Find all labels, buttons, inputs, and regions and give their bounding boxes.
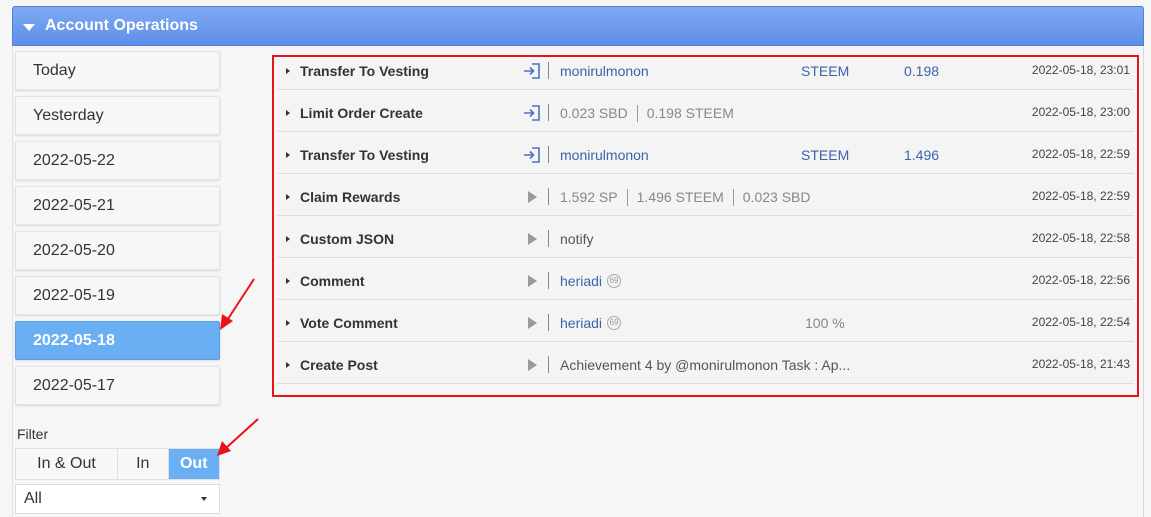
expand-triangle-icon[interactable] — [286, 236, 290, 242]
play-icon — [523, 189, 541, 205]
login-arrow-icon — [523, 63, 541, 79]
divider — [732, 188, 734, 206]
date-item-2022-05-17[interactable]: 2022-05-17 — [15, 366, 220, 405]
operation-name: Comment — [300, 273, 365, 289]
vote-weight: 100 % — [805, 315, 845, 331]
author-cell: heriadi 69 — [560, 315, 622, 331]
reward-steem: 1.496 STEEM — [636, 189, 724, 205]
expand-triangle-icon[interactable] — [286, 194, 290, 200]
filter-in-button[interactable]: In — [118, 449, 169, 479]
operation-row[interactable]: Comment heriadi 69 2022-05-18, 22:56 — [277, 261, 1134, 300]
reputation-badge: 69 — [607, 316, 622, 331]
json-id: notify — [560, 231, 594, 247]
timestamp: 2022-05-18, 22:58 — [1031, 231, 1130, 245]
date-item-2022-05-20[interactable]: 2022-05-20 — [15, 231, 220, 270]
section-header[interactable]: Account Operations — [12, 6, 1144, 46]
date-item-2022-05-21[interactable]: 2022-05-21 — [15, 186, 220, 225]
operation-name: Create Post — [300, 357, 378, 373]
play-icon — [523, 357, 541, 373]
operations-list: Transfer To Vesting monirulmonon STEEM 0… — [277, 51, 1134, 387]
account-link[interactable]: heriadi — [560, 315, 602, 331]
operation-name: Vote Comment — [300, 315, 398, 331]
operation-name: Transfer To Vesting — [300, 147, 429, 163]
filter-in-out-button[interactable]: In & Out — [16, 449, 118, 479]
direction-filter: In & Out In Out — [15, 448, 220, 480]
play-icon — [523, 273, 541, 289]
operation-row[interactable]: Create Post Achievement 4 by @monirulmon… — [277, 345, 1134, 384]
operation-row[interactable]: Custom JSON notify 2022-05-18, 22:58 — [277, 219, 1134, 258]
asset-label: STEEM — [801, 63, 850, 79]
separator — [548, 146, 549, 163]
reward-sbd: 0.023 SBD — [742, 189, 811, 205]
expand-triangle-icon[interactable] — [286, 110, 290, 116]
expand-triangle-icon[interactable] — [286, 362, 290, 368]
amount-sbd: 0.023 SBD — [560, 105, 628, 121]
operation-name: Custom JSON — [300, 231, 395, 247]
timestamp: 2022-05-18, 21:43 — [1031, 357, 1130, 371]
operation-name: Claim Rewards — [300, 189, 401, 205]
date-item-2022-05-19[interactable]: 2022-05-19 — [15, 276, 220, 315]
separator — [548, 188, 549, 205]
timestamp: 2022-05-18, 23:01 — [1031, 63, 1130, 77]
login-arrow-icon — [523, 105, 541, 121]
author-cell: heriadi 69 — [560, 273, 622, 289]
operation-row[interactable]: Limit Order Create 0.023 SBD 0.198 STEEM … — [277, 93, 1134, 132]
date-item-yesterday[interactable]: Yesterday — [15, 96, 220, 135]
annotation-arrow-icon — [220, 278, 255, 330]
expand-triangle-icon[interactable] — [286, 320, 290, 326]
expand-triangle-icon[interactable] — [286, 68, 290, 74]
amount-steem: 0.198 STEEM — [646, 105, 734, 121]
filter-out-button[interactable]: Out — [168, 449, 219, 479]
separator — [548, 272, 549, 289]
timestamp: 2022-05-18, 22:56 — [1031, 273, 1130, 287]
play-icon — [523, 231, 541, 247]
reward-sp: 1.592 SP — [560, 189, 618, 205]
separator — [548, 356, 549, 373]
operation-row[interactable]: Vote Comment heriadi 69 100 % 2022-05-18,… — [277, 303, 1134, 342]
login-arrow-icon — [523, 147, 541, 163]
divider — [626, 188, 628, 206]
separator — [548, 314, 549, 331]
asset-label: STEEM — [801, 147, 850, 163]
dropdown-caret-icon — [201, 497, 207, 501]
timestamp: 2022-05-18, 22:54 — [1031, 315, 1130, 329]
account-link[interactable]: heriadi — [560, 273, 602, 289]
post-title[interactable]: Achievement 4 by @monirulmonon Task : Ap… — [560, 357, 850, 373]
reputation-badge: 69 — [607, 274, 622, 289]
select-value: All — [24, 490, 42, 507]
collapse-triangle-icon[interactable] — [23, 23, 35, 31]
separator — [548, 104, 549, 121]
section-title: Account Operations — [45, 17, 198, 34]
operation-row[interactable]: Claim Rewards 1.592 SP 1.496 STEEM 0.023 S… — [277, 177, 1134, 216]
operation-name: Limit Order Create — [300, 105, 423, 121]
divider — [636, 104, 638, 122]
play-icon — [523, 315, 541, 331]
reward-details: 1.592 SP 1.496 STEEM 0.023 SBD — [560, 188, 811, 207]
amount-value: 0.198 — [904, 63, 940, 79]
account-link[interactable]: monirulmonon — [560, 147, 649, 163]
expand-triangle-icon[interactable] — [286, 152, 290, 158]
separator — [548, 62, 549, 79]
panel-border-right — [1143, 46, 1144, 517]
operation-name: Transfer To Vesting — [300, 63, 429, 79]
timestamp: 2022-05-18, 22:59 — [1031, 147, 1130, 161]
order-details: 0.023 SBD 0.198 STEEM — [560, 104, 734, 123]
operation-type-select[interactable]: All — [15, 484, 220, 514]
separator — [548, 230, 549, 247]
date-sidebar: Today Yesterday 2022-05-22 2022-05-21 20… — [15, 51, 220, 411]
panel-border-left — [12, 46, 13, 517]
date-item-2022-05-22[interactable]: 2022-05-22 — [15, 141, 220, 180]
operation-row[interactable]: Transfer To Vesting monirulmonon STEEM 0… — [277, 51, 1134, 90]
account-link[interactable]: monirulmonon — [560, 63, 649, 79]
date-item-2022-05-18[interactable]: 2022-05-18 — [15, 321, 220, 360]
timestamp: 2022-05-18, 23:00 — [1031, 105, 1130, 119]
timestamp: 2022-05-18, 22:59 — [1031, 189, 1130, 203]
filter-label: Filter — [17, 426, 49, 442]
expand-triangle-icon[interactable] — [286, 278, 290, 284]
operation-row[interactable]: Transfer To Vesting monirulmonon STEEM 1… — [277, 135, 1134, 174]
date-item-today[interactable]: Today — [15, 51, 220, 90]
amount-value: 1.496 — [904, 147, 940, 163]
